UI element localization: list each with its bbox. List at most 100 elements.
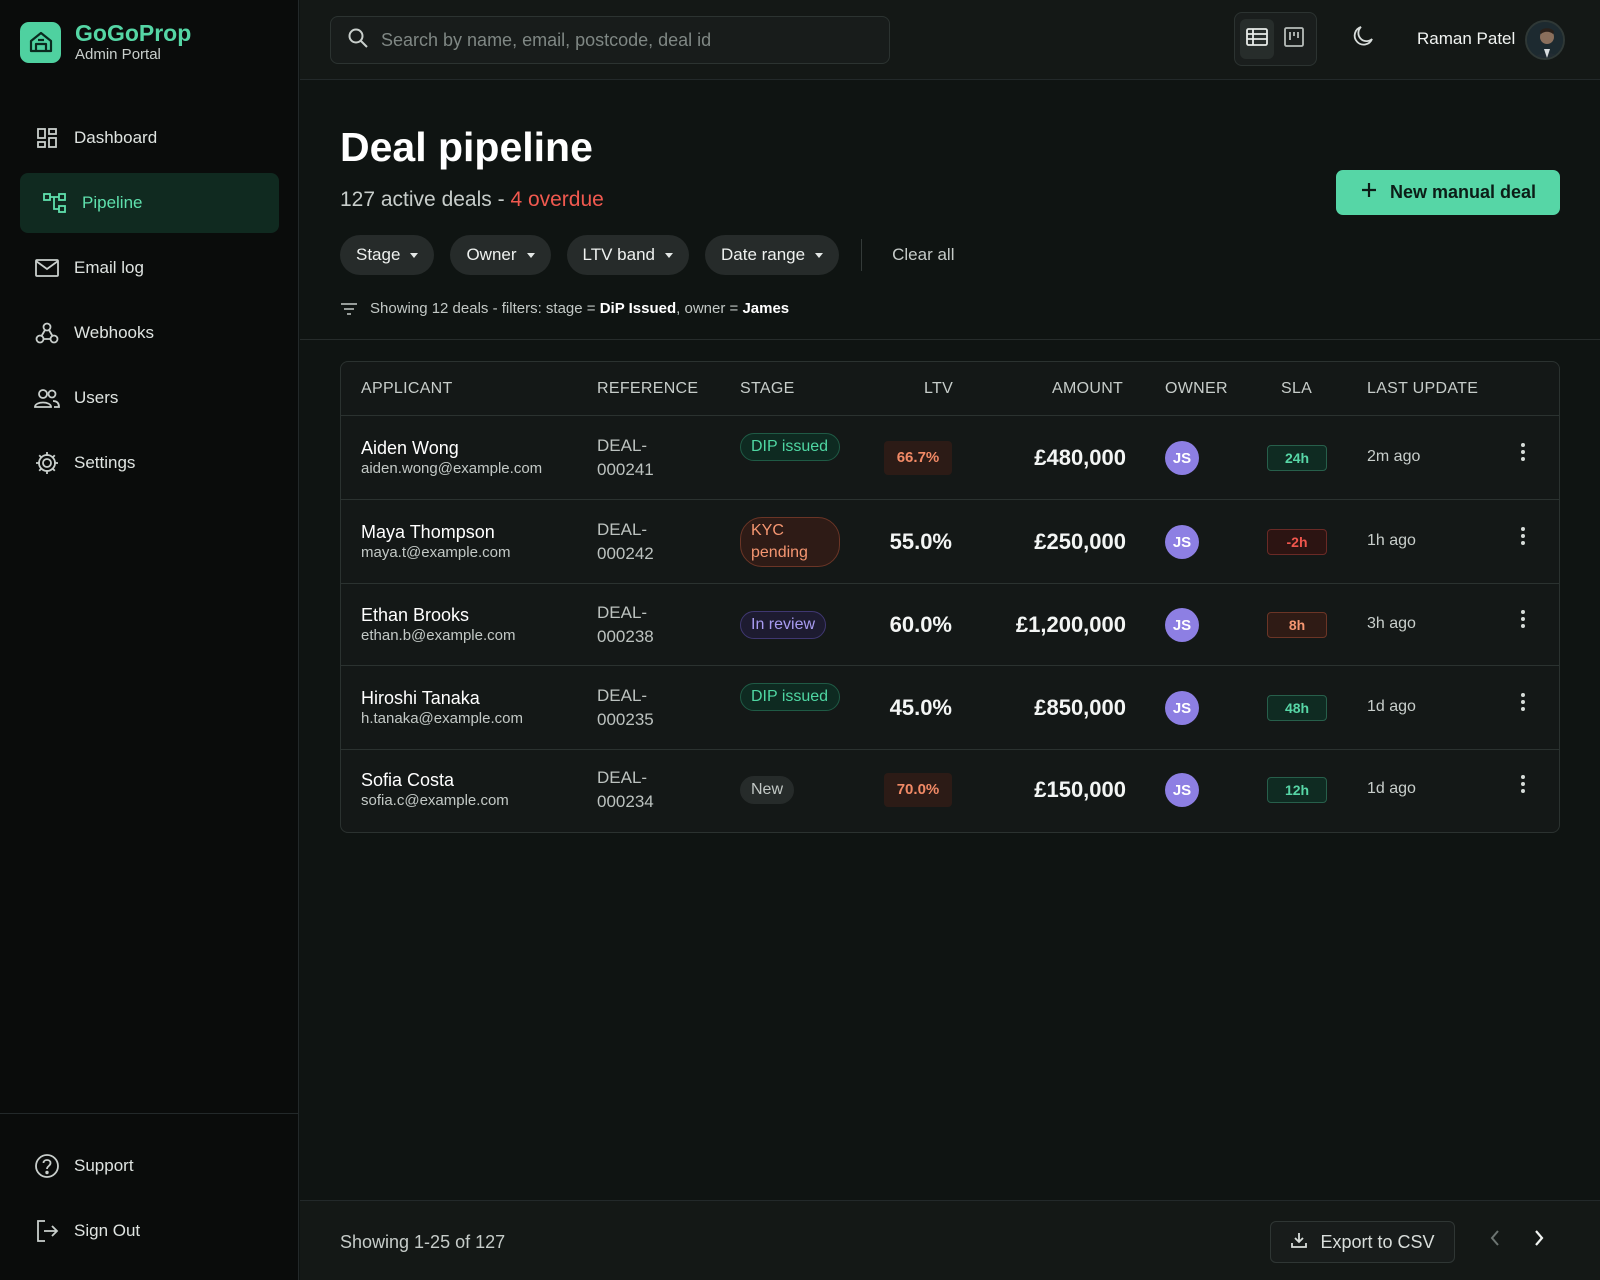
topbar: Raman Patel: [300, 0, 1600, 80]
avatar[interactable]: [1525, 20, 1565, 60]
owner-avatar[interactable]: JS: [1165, 608, 1199, 642]
table-row[interactable]: Hiroshi Tanaka h.tanaka@example.com DEAL- 0…: [341, 666, 1559, 750]
row-menu-button[interactable]: [1511, 442, 1535, 466]
pagination-summary: Showing 1-25 of 127: [340, 1232, 506, 1252]
applicant-cell: Maya Thompson maya.t@example.com: [361, 521, 510, 563]
row-menu-button[interactable]: [1511, 526, 1535, 550]
active-deals-count: 127 active deals -: [340, 188, 511, 211]
chevron-right-icon: [1533, 1229, 1545, 1252]
column-header-sla[interactable]: SLA: [1281, 380, 1312, 398]
divider: [861, 239, 863, 271]
filter-date-range[interactable]: Date range: [704, 235, 840, 275]
search-box[interactable]: [330, 16, 890, 64]
sla-badge: 48h: [1267, 695, 1327, 721]
footer: Showing 1-25 of 127 Export to CSV: [300, 1200, 1600, 1280]
overdue-count[interactable]: 4 overdue: [510, 188, 603, 211]
new-deal-label: New manual deal: [1389, 182, 1537, 202]
owner-avatar[interactable]: JS: [1165, 525, 1199, 559]
amount-value: £480,000: [1034, 445, 1126, 470]
filter-summary: Showing 12 deals - filters: stage = DiP …: [340, 300, 789, 317]
chevron-left-icon: [1489, 1229, 1501, 1252]
column-header-owner[interactable]: OWNER: [1165, 380, 1228, 398]
stage-cell: KYC pending: [740, 517, 840, 567]
theme-toggle-button[interactable]: [1348, 22, 1380, 54]
sidebar-item-sign-out[interactable]: Sign Out: [20, 1201, 279, 1261]
reference-cell: DEAL- 000235: [597, 684, 707, 732]
filter-lines-icon: [340, 302, 358, 316]
column-header-stage[interactable]: STAGE: [740, 380, 795, 398]
table-row[interactable]: Maya Thompson maya.t@example.com DEAL- 0002…: [341, 500, 1559, 584]
caret-down-icon: [410, 252, 419, 258]
table-view-button[interactable]: [1240, 19, 1274, 59]
sla-badge: 24h: [1267, 445, 1327, 471]
applicant-name[interactable]: Aiden Wong: [361, 437, 542, 459]
applicant-email: aiden.wong@example.com: [361, 460, 543, 477]
sidebar-item-settings[interactable]: Settings: [20, 433, 279, 493]
applicant-email: ethan.b@example.com: [361, 627, 516, 644]
owner-avatar[interactable]: JS: [1165, 773, 1199, 807]
row-menu-button[interactable]: [1511, 609, 1535, 633]
owner-avatar[interactable]: JS: [1165, 441, 1199, 475]
sla-badge: 8h: [1267, 612, 1327, 638]
search-input[interactable]: [381, 29, 861, 51]
new-manual-deal-button[interactable]: New manual deal: [1336, 170, 1560, 215]
previous-page-button[interactable]: [1480, 1225, 1510, 1255]
applicant-name[interactable]: Ethan Brooks: [361, 604, 515, 626]
sidebar-item-pipeline[interactable]: Pipeline: [20, 173, 279, 233]
row-menu-button[interactable]: [1511, 774, 1535, 798]
applicant-name[interactable]: Sofia Costa: [361, 769, 509, 791]
sidebar-item-label: Users: [74, 388, 119, 407]
column-header-last-update[interactable]: LAST UPDATE: [1367, 380, 1478, 398]
mail-icon: [32, 253, 62, 283]
filter-bar: Stage Owner LTV band Date range Clear al…: [340, 235, 970, 275]
column-header-applicant[interactable]: APPLICANT: [361, 380, 453, 398]
table-row[interactable]: Ethan Brooks ethan.b@example.com DEAL- 0002…: [341, 584, 1559, 666]
table-row[interactable]: Aiden Wong aiden.wong@example.com DEAL- 000…: [341, 416, 1559, 500]
user-name[interactable]: Raman Patel: [1417, 29, 1515, 49]
sidebar-item-label: Sign Out: [74, 1221, 141, 1240]
sign-out-icon: [32, 1216, 62, 1246]
kanban-view-button[interactable]: [1278, 19, 1312, 59]
help-icon: [32, 1151, 62, 1181]
applicant-name[interactable]: Maya Thompson: [361, 521, 510, 543]
table-view-icon: [1245, 27, 1268, 51]
stage-cell: In review: [740, 611, 827, 639]
pipeline-icon: [40, 188, 70, 218]
sidebar-item-email-log[interactable]: Email log: [20, 238, 279, 298]
stage-badge: KYC pending: [740, 517, 840, 567]
filter-label: Stage: [356, 245, 401, 264]
column-header-ltv[interactable]: LTV: [924, 380, 953, 398]
applicant-email: sofia.c@example.com: [361, 792, 509, 809]
reference-part: 000235: [597, 710, 654, 729]
sidebar-item-support[interactable]: Support: [20, 1136, 279, 1196]
sidebar-item-label: Settings: [74, 453, 136, 472]
reference-cell: DEAL- 000242: [597, 518, 707, 566]
reference-part: 000234: [597, 792, 654, 811]
sidebar-item-dashboard[interactable]: Dashboard: [20, 108, 279, 168]
filter-owner[interactable]: Owner: [450, 235, 551, 275]
table-row[interactable]: Sofia Costa sofia.c@example.com DEAL- 00023…: [341, 750, 1559, 830]
deals-table: APPLICANT REFERENCE STAGE LTV AMOUNT OWN…: [340, 361, 1560, 833]
column-header-amount[interactable]: AMOUNT: [1052, 380, 1123, 398]
caret-down-icon: [664, 252, 673, 258]
stage-badge: In review: [740, 611, 827, 639]
owner-avatar[interactable]: JS: [1165, 691, 1199, 725]
applicant-cell: Ethan Brooks ethan.b@example.com: [361, 604, 515, 646]
more-vertical-icon: [1520, 774, 1526, 799]
row-menu-button[interactable]: [1511, 692, 1535, 716]
export-csv-button[interactable]: Export to CSV: [1270, 1221, 1455, 1263]
filter-stage[interactable]: Stage: [340, 235, 435, 275]
sla-badge: -2h: [1267, 529, 1327, 555]
sla-badge: 12h: [1267, 777, 1327, 803]
sidebar-item-webhooks[interactable]: Webhooks: [20, 303, 279, 363]
reference-part: DEAL-: [597, 686, 648, 705]
last-update: 1d ago: [1367, 698, 1416, 715]
filter-ltv-band[interactable]: LTV band: [566, 235, 689, 275]
applicant-name[interactable]: Hiroshi Tanaka: [361, 687, 523, 709]
sidebar-bottom: Support Sign Out: [0, 1113, 299, 1280]
next-page-button[interactable]: [1524, 1225, 1554, 1255]
column-header-reference[interactable]: REFERENCE: [597, 380, 698, 398]
brand[interactable]: GoGoProp Admin Portal: [20, 20, 191, 64]
clear-all-button[interactable]: Clear all: [876, 245, 970, 265]
sidebar-item-users[interactable]: Users: [20, 368, 279, 428]
